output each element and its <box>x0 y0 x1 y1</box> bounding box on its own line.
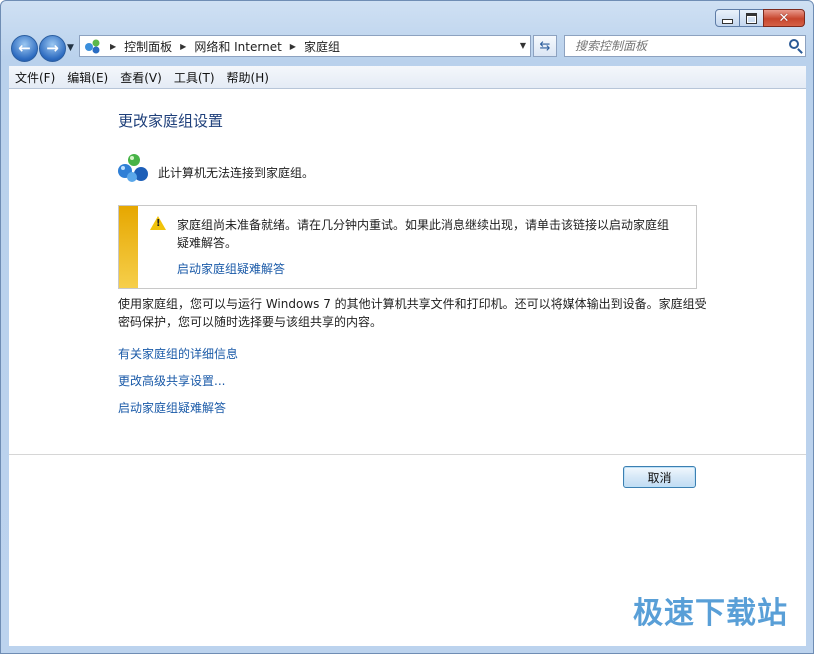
warning-text: 家庭组尚未准备就绪。请在几分钟内重试。如果此消息继续出现，请单击该链接以启动家庭… <box>177 218 670 250</box>
menu-tools[interactable]: 工具(T) <box>168 69 221 86</box>
menu-view[interactable]: 查看(V) <box>114 69 168 86</box>
cancel-button[interactable]: 取消 <box>623 466 696 488</box>
warning-panel: ! 家庭组尚未准备就绪。请在几分钟内重试。如果此消息继续出现，请单击该链接以启动… <box>118 205 697 289</box>
menu-bar: 文件(F) 编辑(E) 查看(V) 工具(T) 帮助(H) <box>9 66 806 89</box>
troubleshooter-link[interactable]: 启动家庭组疑难解答 <box>118 399 226 416</box>
warning-icon: ! <box>150 216 166 230</box>
watermark: 极速下载站 <box>633 596 788 631</box>
status-text: 此计算机无法连接到家庭组。 <box>158 166 315 180</box>
menu-file[interactable]: 文件(F) <box>9 69 61 86</box>
breadcrumb-control-panel[interactable]: 控制面板 <box>124 38 172 55</box>
search-input[interactable] <box>573 38 777 54</box>
address-bar[interactable]: ▶ 控制面板 ▶ 网络和 Internet ▶ 家庭组 ▼ <box>79 35 531 57</box>
search-icon[interactable] <box>789 39 799 49</box>
menu-edit[interactable]: 编辑(E) <box>61 69 114 86</box>
content-pane: 更改家庭组设置 此计算机无法连接到家庭组。 ! 家庭组尚未准备就绪。请在几分钟内… <box>9 89 806 646</box>
homegroup-description: 使用家庭组，您可以与运行 Windows 7 的其他计算机共享文件和打印机。还可… <box>118 297 707 329</box>
breadcrumb-network-internet[interactable]: 网络和 Internet <box>194 38 281 55</box>
minimize-icon <box>722 18 733 24</box>
caption-buttons: ✕ <box>715 9 805 27</box>
explorer-window: ✕ ← → ▼ ▶ 控制面板 ▶ 网络和 Internet ▶ 家庭组 ▼ ⇆ … <box>0 0 814 654</box>
address-dropdown-icon[interactable]: ▼ <box>520 41 526 50</box>
forward-button[interactable]: → <box>39 35 66 62</box>
breadcrumb-homegroup[interactable]: 家庭组 <box>304 38 340 55</box>
homegroup-icon <box>117 153 151 183</box>
start-troubleshooter-link[interactable]: 启动家庭组疑难解答 <box>177 260 285 277</box>
advanced-sharing-link[interactable]: 更改高级共享设置... <box>118 372 225 389</box>
network-icon <box>84 38 102 54</box>
breadcrumb-separator[interactable]: ▶ <box>290 42 296 51</box>
maximize-icon <box>746 12 757 24</box>
forward-arrow-icon: → <box>46 39 59 57</box>
warning-bar <box>119 206 138 288</box>
close-button[interactable]: ✕ <box>763 9 805 27</box>
recent-pages-dropdown[interactable]: ▼ <box>67 43 74 53</box>
minimize-button[interactable] <box>715 9 740 27</box>
breadcrumb-separator[interactable]: ▶ <box>110 42 116 51</box>
back-arrow-icon: ← <box>18 39 31 57</box>
homegroup-info-link[interactable]: 有关家庭组的详细信息 <box>118 345 238 362</box>
close-icon: ✕ <box>778 10 790 26</box>
breadcrumb-separator[interactable]: ▶ <box>180 42 186 51</box>
refresh-button[interactable]: ⇆ <box>533 35 557 57</box>
refresh-icon: ⇆ <box>539 38 551 54</box>
search-box[interactable] <box>564 35 806 57</box>
back-button[interactable]: ← <box>11 35 38 62</box>
menu-help[interactable]: 帮助(H) <box>221 69 275 86</box>
maximize-button[interactable] <box>739 9 764 27</box>
divider <box>9 454 806 455</box>
page-title: 更改家庭组设置 <box>118 112 224 130</box>
